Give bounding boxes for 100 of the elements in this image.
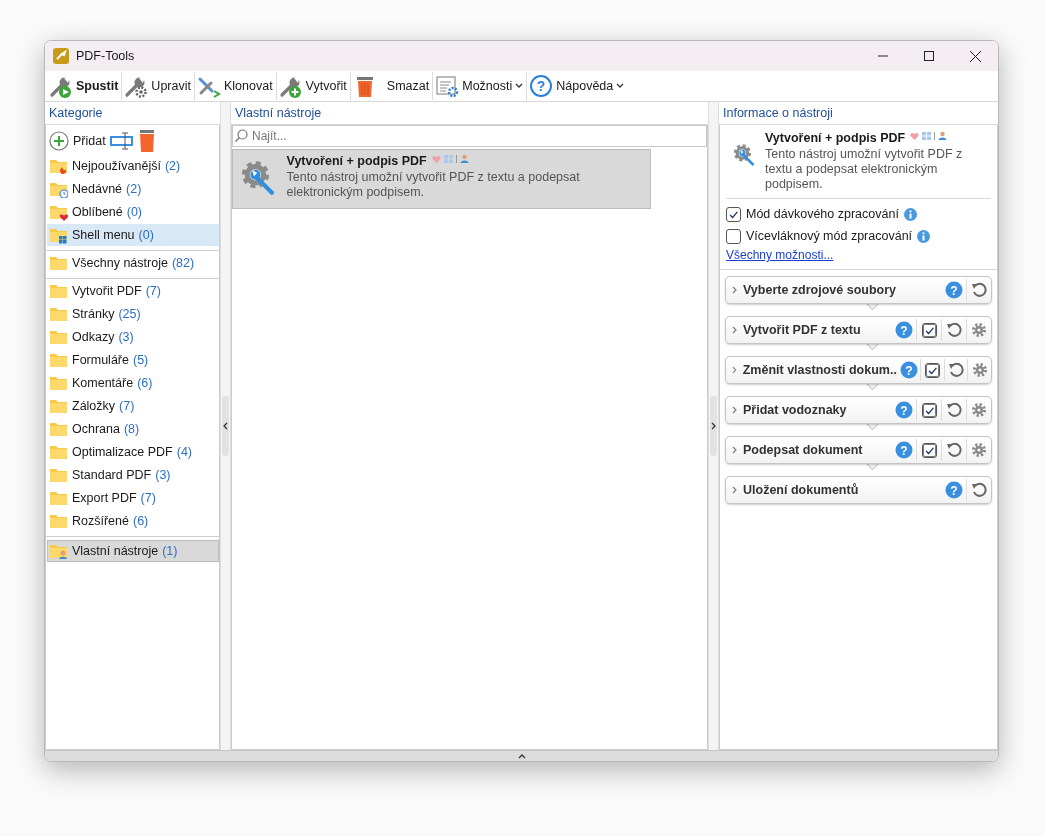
category-name: Nejpoužívanější xyxy=(72,159,161,173)
folder-icon xyxy=(50,305,68,323)
folder-icon xyxy=(50,328,68,346)
windows-icon xyxy=(443,154,453,163)
app-logo-icon xyxy=(53,48,69,64)
category-count: (4) xyxy=(176,445,192,459)
folder-icon xyxy=(50,489,68,507)
toolbar-button[interactable]: Smazat xyxy=(350,72,434,100)
collapse-left-icon[interactable] xyxy=(223,422,228,430)
folder-icon xyxy=(50,512,68,530)
category-count: (5) xyxy=(132,353,149,367)
category-count: (82) xyxy=(171,256,195,270)
category-count: (1) xyxy=(162,544,178,558)
category-item[interactable]: Shell menu (0) xyxy=(47,224,219,246)
user-icon xyxy=(938,131,948,140)
chevron-right-icon xyxy=(732,486,737,494)
category-item[interactable]: Odkazy (3) xyxy=(47,326,219,348)
category-count: (3) xyxy=(118,330,134,344)
expand-up-icon[interactable] xyxy=(517,753,526,759)
category-count: (0) xyxy=(126,205,142,219)
category-item[interactable]: Rozšířené (6) xyxy=(47,510,219,532)
category-item[interactable]: Vlastní nástroje (1) xyxy=(47,540,219,562)
maximize-icon[interactable] xyxy=(924,51,934,61)
category-item[interactable]: Komentáře (6) xyxy=(47,372,219,394)
gear-icon xyxy=(971,362,988,378)
category-item[interactable]: Stránky (25) xyxy=(47,303,219,325)
category-name: Vytvořit PDF xyxy=(72,284,142,298)
folder-icon xyxy=(50,226,68,244)
step-title: Podepsat dokument xyxy=(743,443,864,457)
category-name: Stránky xyxy=(72,307,115,321)
info-icon[interactable] xyxy=(903,207,917,221)
category-item[interactable]: Nejpoužívanější (2) xyxy=(47,155,219,177)
close-icon[interactable] xyxy=(969,50,981,62)
category-item[interactable]: Export PDF (7) xyxy=(47,487,219,509)
info-icon[interactable] xyxy=(917,229,931,243)
folder-icon xyxy=(50,282,68,300)
run-icon xyxy=(49,74,73,98)
tool-description: Tento nástroj umožní vytvořit PDF z textu a podepsat elektronickým podpisem. xyxy=(286,170,581,200)
step-panel[interactable]: Uložení dokumentů ? xyxy=(725,476,992,504)
category-count: (7) xyxy=(140,491,156,505)
option-label: Mód dávkového zpracování xyxy=(746,207,899,221)
category-count: (7) xyxy=(119,399,135,413)
category-item[interactable]: Oblíbené (0) xyxy=(47,201,219,223)
category-item[interactable]: Záložky (7) xyxy=(47,395,219,417)
category-item[interactable]: Ochrana (8) xyxy=(47,418,219,440)
step-panel[interactable]: Podepsat dokument ? xyxy=(725,436,992,464)
category-count: (3) xyxy=(155,468,171,482)
chevron-right-icon xyxy=(732,286,737,294)
category-name: Všechny nástroje xyxy=(72,256,168,270)
toolbar-button[interactable]: Vytvořit xyxy=(276,72,351,100)
chevron-right-icon xyxy=(732,326,737,334)
tool-title: Vytvoření + podpis PDF xyxy=(286,154,427,168)
user-icon xyxy=(459,154,469,163)
trash-icon[interactable] xyxy=(137,130,156,152)
chevron-right-icon xyxy=(732,446,737,454)
step-panel[interactable]: Změnit vlastnosti dokum.. ? xyxy=(725,356,992,384)
category-count: (7) xyxy=(145,284,161,298)
help-icon: ? xyxy=(529,74,554,98)
options-icon xyxy=(435,74,460,98)
category-item[interactable]: Standard PDF (3) xyxy=(47,464,219,486)
tool-item[interactable]: Vytvoření + podpis PDF Tento nástroj umožní vytvořit PDF z textu a podepsat elektronickým podpisem. xyxy=(232,149,651,209)
folder-icon xyxy=(50,443,68,461)
tool-description: Tento nástroj umožní vytvořit PDF z textu a podepsat elektronickým podpisem. xyxy=(765,147,964,192)
create-icon xyxy=(278,74,303,98)
category-count: (6) xyxy=(137,376,153,390)
all-options-link[interactable]: Všechny možnosti... xyxy=(720,247,997,265)
checkbox[interactable] xyxy=(726,206,741,222)
gear-icon xyxy=(971,442,987,458)
step-panel[interactable]: Vytvořit PDF z textu ? xyxy=(725,316,992,344)
expand-right-icon[interactable] xyxy=(711,422,716,430)
category-item[interactable]: Nedávné (2) xyxy=(47,178,219,200)
toolbar-button[interactable]: ? Nápověda xyxy=(527,72,628,100)
category-name: Odkazy xyxy=(72,330,115,344)
toolbar-button[interactable]: Spustit xyxy=(47,72,123,100)
rename-icon[interactable] xyxy=(109,132,134,150)
category-item[interactable]: Všechny nástroje (82) xyxy=(47,252,219,274)
folder-icon xyxy=(50,397,68,415)
toolbar-button[interactable]: Upravit xyxy=(122,72,195,100)
chevron-right-icon xyxy=(732,406,737,414)
category-item[interactable]: Optimalizace PDF (4) xyxy=(47,441,219,463)
checkbox[interactable] xyxy=(726,228,741,244)
folder-icon xyxy=(50,157,68,175)
toolbar-button[interactable]: Možnosti xyxy=(433,72,528,100)
category-count: (2) xyxy=(164,159,181,173)
category-count: (8) xyxy=(123,422,140,436)
gear-icon xyxy=(971,402,987,418)
gear-icon xyxy=(971,322,987,338)
add-button[interactable]: Přidat xyxy=(49,131,106,151)
category-name: Ochrana xyxy=(72,422,120,436)
step-panel[interactable]: Přidat vodoznaky ? xyxy=(725,396,992,424)
search-field[interactable]: Najít... xyxy=(232,125,707,147)
category-name: Oblíbené xyxy=(72,205,123,219)
window-title: PDF-Tools xyxy=(76,49,136,63)
category-name: Shell menu xyxy=(72,228,135,242)
toolbar-button[interactable]: Klonovat xyxy=(194,72,277,100)
category-count: (25) xyxy=(118,307,141,321)
category-item[interactable]: Vytvořit PDF (7) xyxy=(47,280,219,302)
step-panel[interactable]: Vyberte zdrojové soubory ? xyxy=(725,276,992,304)
option-label: Vícevláknový mód zpracování xyxy=(746,229,913,243)
category-item[interactable]: Formuláře (5) xyxy=(47,349,219,371)
